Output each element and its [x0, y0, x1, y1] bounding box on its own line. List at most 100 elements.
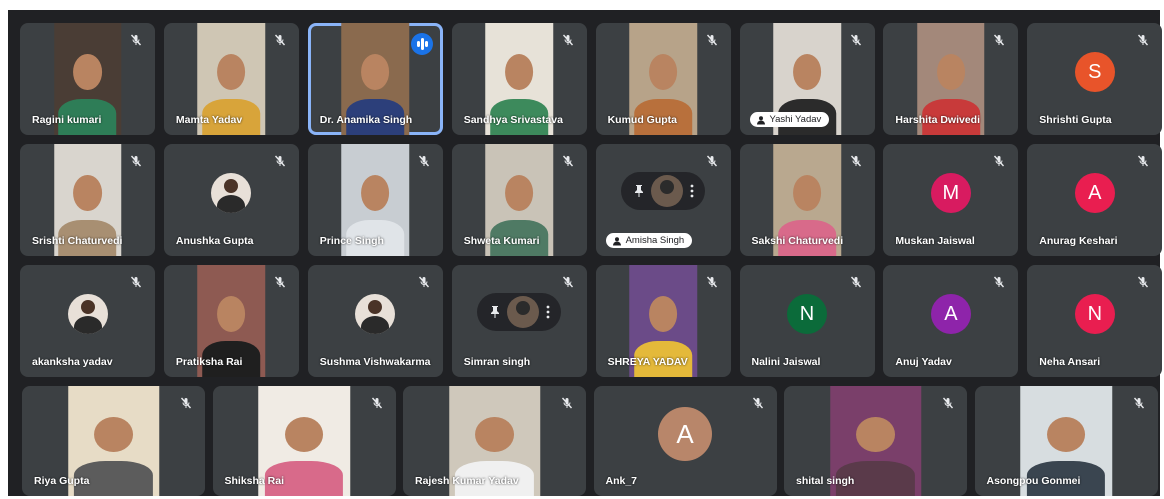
participant-name: Harshita Dwivedi — [895, 114, 981, 126]
participant-tile[interactable]: Sakshi Chaturvedi — [739, 144, 875, 256]
mic-off-icon — [994, 155, 1005, 167]
participant-name: Anushka Gupta — [175, 235, 254, 247]
participant-name: Asongpou Gonmei — [986, 475, 1081, 487]
mic-off-icon — [371, 397, 382, 409]
mic-off-icon — [850, 34, 861, 46]
participant-name: Mamta Yadav — [175, 114, 243, 126]
video-person-head — [792, 54, 822, 91]
avatar — [211, 173, 252, 214]
participant-name: Srishti Chaturvedi — [32, 235, 123, 247]
mic-off-icon — [130, 34, 142, 46]
participant-tile[interactable]: Srishti Chaturvedi — [20, 144, 155, 256]
mic-off-icon — [274, 34, 285, 46]
mic-off-icon — [562, 155, 573, 167]
video-person-head — [284, 416, 324, 452]
participant-tile[interactable]: Rajesh Kumar Yadav — [403, 386, 586, 496]
participant-tile[interactable]: Prince Singh — [307, 144, 443, 256]
participant-tile[interactable]: N Nalini Jaiswal — [739, 265, 875, 377]
audio-level-icon — [410, 33, 433, 55]
participant-tile[interactable]: Anushka Gupta — [163, 144, 299, 256]
mic-off-icon — [752, 397, 763, 409]
participant-tile[interactable]: Harshita Dwivedi — [883, 23, 1019, 135]
avatar — [355, 294, 396, 335]
mic-off-icon — [180, 397, 192, 409]
participant-tile[interactable]: Riya Gupta — [22, 386, 205, 496]
participant-tile[interactable]: N Neha Ansari — [1027, 265, 1163, 377]
mic-off-icon — [706, 276, 717, 288]
more-vert-icon[interactable] — [689, 183, 695, 199]
mic-off-icon — [1133, 397, 1144, 409]
participant-tile[interactable]: Pratiksha Rai — [163, 265, 299, 377]
mic-off-icon — [1138, 276, 1149, 288]
mic-off-icon — [562, 34, 573, 46]
participant-tile[interactable]: Shiksha Rai — [212, 386, 396, 496]
participant-tile[interactable]: akanksha yadav — [20, 265, 155, 377]
mic-off-icon — [850, 276, 861, 288]
mic-off-icon — [942, 397, 954, 409]
participant-name: Ank_7 — [605, 475, 638, 487]
mic-off-icon — [994, 34, 1005, 46]
participant-name: Kumud Gupta — [607, 114, 678, 126]
participant-tile[interactable]: A Anuj Yadav — [883, 265, 1019, 377]
participant-name: Neha Ansari — [1039, 356, 1101, 368]
video-person-head — [217, 296, 246, 333]
more-vert-icon[interactable] — [545, 304, 551, 320]
participant-name: SHREYA YADAV — [607, 356, 688, 368]
participant-name: Nalini Jaiswal — [751, 356, 821, 368]
avatar — [67, 294, 108, 335]
video-person-head — [648, 296, 678, 333]
participant-name: shital singh — [796, 475, 855, 487]
participant-name: Muskan Jaiswal — [895, 235, 975, 247]
letter-avatar: S — [1074, 52, 1115, 93]
participant-name-chip: Amisha Singh — [605, 233, 693, 248]
participant-tile[interactable]: Dr. Anamika Singh — [307, 23, 443, 135]
mic-off-icon — [561, 397, 573, 409]
participant-name: Yashi Yadav — [769, 114, 822, 125]
video-person-head — [361, 175, 390, 212]
pin-icon[interactable] — [631, 183, 647, 199]
avatar — [507, 296, 540, 329]
letter-avatar: N — [787, 294, 827, 335]
mic-off-icon — [130, 155, 142, 167]
mic-off-icon — [418, 155, 429, 167]
participant-tile[interactable]: Asongpou Gonmei — [974, 386, 1158, 496]
participant-name-chip: Yashi Yadav — [749, 112, 830, 127]
participant-name: Sandhya Srivastava — [463, 114, 563, 126]
video-person-head — [856, 416, 895, 452]
video-person-head — [73, 175, 102, 212]
mic-off-icon — [706, 155, 717, 167]
video-person-head — [475, 416, 514, 452]
participant-tile[interactable]: SHREYA YADAV — [595, 265, 731, 377]
participant-tile[interactable]: S Shrishti Gupta — [1027, 23, 1163, 135]
participant-tile[interactable]: Ragini kumari — [20, 23, 155, 135]
participant-name: Sushma Vishwakarma — [319, 356, 431, 368]
participant-tile[interactable]: Amisha Singh — [595, 144, 731, 256]
participant-tile[interactable]: Shweta Kumari — [451, 144, 587, 256]
participant-name: Riya Gupta — [34, 475, 90, 487]
participant-name: Shweta Kumari — [463, 235, 540, 247]
participant-tile[interactable]: Sushma Vishwakarma — [307, 265, 443, 377]
person-icon — [756, 115, 765, 124]
participant-tile[interactable]: Simran singh — [451, 265, 587, 377]
participant-tile[interactable]: M Muskan Jaiswal — [883, 144, 1019, 256]
letter-avatar: N — [1074, 294, 1115, 335]
person-icon — [612, 236, 621, 245]
participant-tile[interactable]: A Ank_7 — [593, 386, 777, 496]
participant-name: akanksha yadav — [32, 356, 113, 368]
participant-tile[interactable]: Mamta Yadav — [163, 23, 299, 135]
participant-name: Pratiksha Rai — [175, 356, 243, 368]
mic-off-icon — [994, 276, 1005, 288]
avatar — [651, 175, 684, 208]
participant-name: Rajesh Kumar Yadav — [415, 475, 519, 487]
participant-tile[interactable]: A Anurag Keshari — [1027, 144, 1163, 256]
pin-icon[interactable] — [487, 304, 503, 320]
pin-controls[interactable] — [621, 172, 706, 211]
mic-off-icon — [850, 155, 861, 167]
mic-off-icon — [562, 276, 573, 288]
participant-tile[interactable]: Kumud Gupta — [595, 23, 731, 135]
participant-tile[interactable]: shital singh — [784, 386, 967, 496]
participant-tile[interactable]: Yashi Yadav — [739, 23, 875, 135]
participant-tile[interactable]: Sandhya Srivastava — [451, 23, 587, 135]
pin-controls[interactable] — [477, 293, 562, 332]
participant-name: Anurag Keshari — [1039, 235, 1118, 247]
